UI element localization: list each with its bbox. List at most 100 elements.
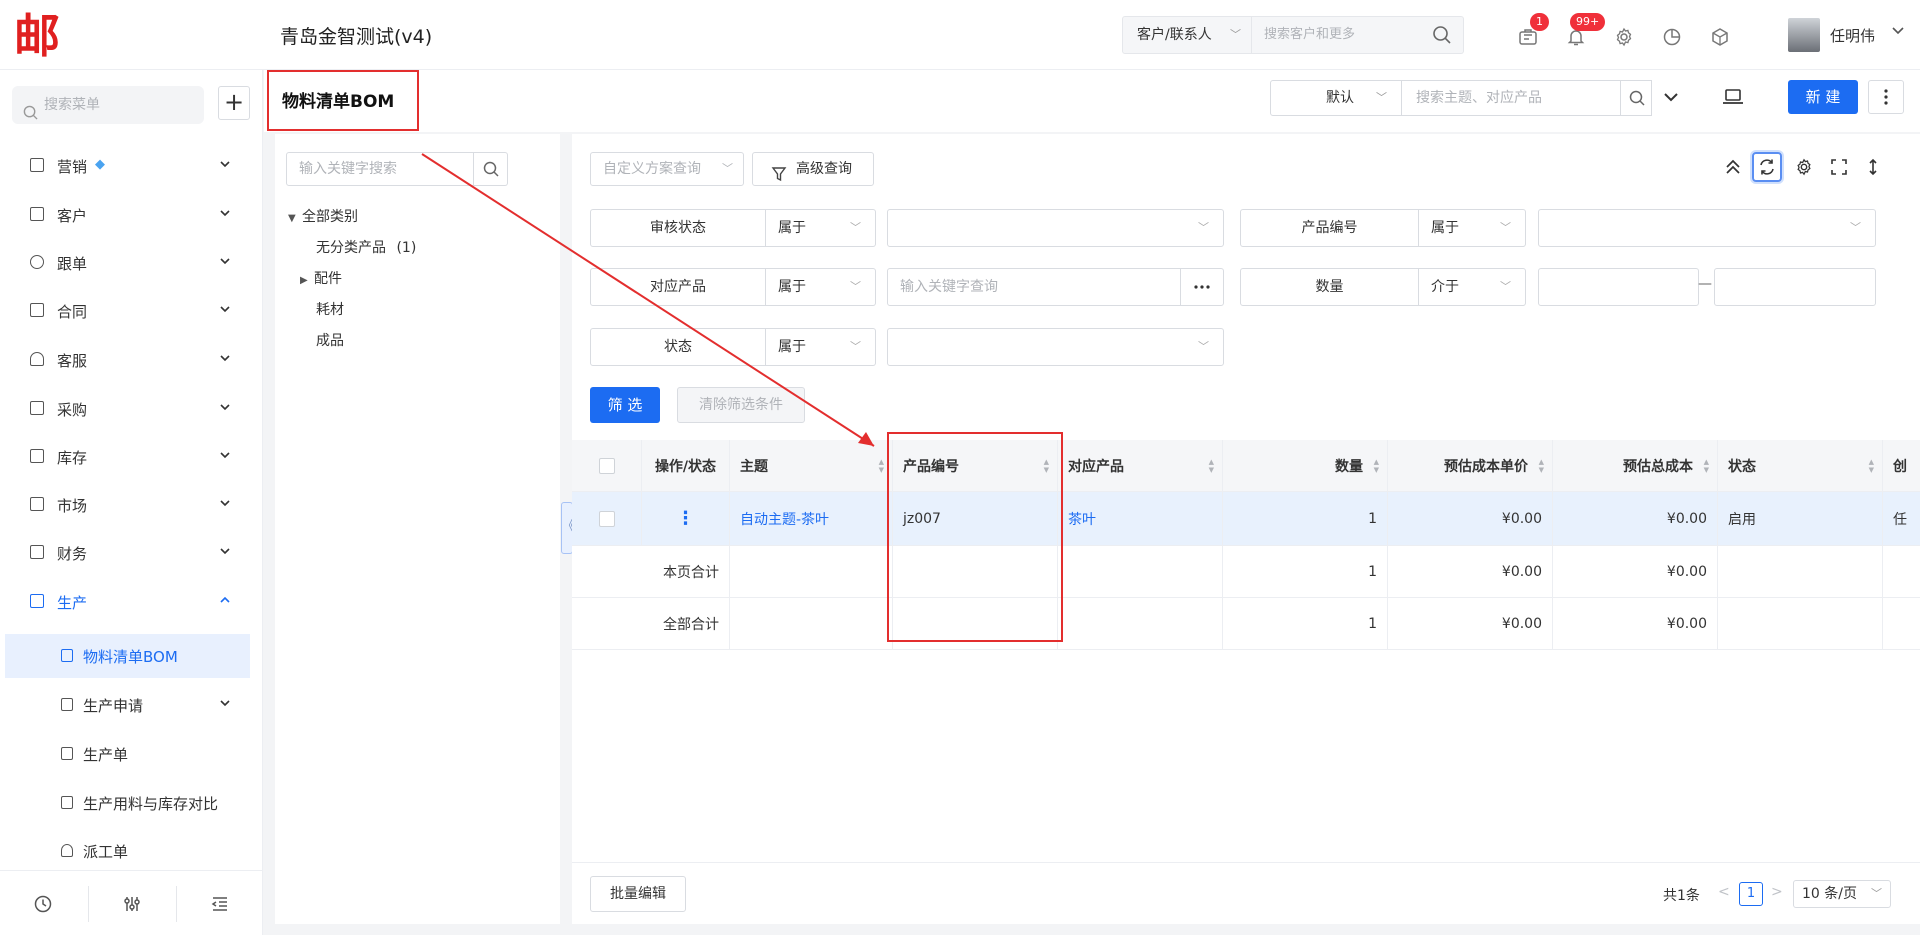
history-icon[interactable]: [28, 889, 58, 919]
sidebar-item-production[interactable]: 生产: [0, 580, 250, 624]
sidebar-item-service[interactable]: 客服: [0, 338, 250, 382]
sidebar-item-customer[interactable]: 客户: [0, 193, 250, 237]
sort-icon[interactable]: ▲ ▼: [1374, 458, 1379, 474]
gear-icon[interactable]: [1610, 24, 1638, 50]
select-all-cell: [572, 440, 642, 491]
pie-chart-icon[interactable]: [1658, 24, 1686, 50]
chevron-left-icon[interactable]: <: [1718, 884, 1730, 900]
batch-edit-button[interactable]: 批量编辑: [590, 876, 686, 912]
menu-search-input[interactable]: 搜索菜单: [12, 86, 204, 124]
all-total-unit-cost: ¥0.00: [1388, 598, 1553, 649]
cell-subject-link[interactable]: 自动主题-茶叶: [730, 492, 893, 545]
refresh-icon[interactable]: [1752, 152, 1782, 182]
tree-node-consumables[interactable]: 耗材: [316, 299, 344, 319]
cube-icon[interactable]: [1706, 24, 1734, 50]
search-icon[interactable]: [1420, 16, 1464, 54]
sidebar-subitem-production-order[interactable]: 生产单: [5, 732, 250, 776]
annotation-box-column: [887, 432, 1063, 642]
column-header-subject[interactable]: 主题 ▲ ▼: [730, 440, 893, 491]
filter-icon: [771, 162, 787, 194]
chevron-right-icon[interactable]: >: [1771, 884, 1783, 900]
row-actions-menu[interactable]: ⋮: [642, 492, 730, 545]
filter-op-status[interactable]: 属于 ﹀: [766, 328, 876, 366]
page-size-select[interactable]: 10 条/页 ﹀: [1793, 880, 1891, 908]
filter-op-quantity[interactable]: 介于 ﹀: [1419, 268, 1526, 306]
search-icon[interactable]: [1620, 80, 1652, 116]
filter-quantity-max[interactable]: [1714, 268, 1876, 306]
filter-button[interactable]: 筛 选: [590, 387, 660, 423]
sidebar-item-market[interactable]: 市场: [0, 483, 250, 527]
sidebar-item-label: 生产: [57, 594, 88, 612]
annotation-box-title: [267, 70, 419, 131]
sort-icon[interactable]: ▲ ▼: [1209, 458, 1214, 474]
sort-icon[interactable]: ▲ ▼: [1539, 458, 1544, 474]
search-type-select[interactable]: 客户/联系人 ﹀: [1122, 16, 1252, 54]
caret-down-icon: ▼: [288, 213, 296, 224]
row-height-icon[interactable]: [1858, 152, 1888, 182]
sidebar-subitem-bom[interactable]: 物料清单BOM: [5, 634, 250, 678]
filter-op-audit-status[interactable]: 属于 ﹀: [766, 209, 876, 247]
column-header-status[interactable]: 状态 ▲ ▼: [1718, 440, 1883, 491]
chevron-down-icon[interactable]: [1660, 86, 1682, 108]
filter-value-audit-status[interactable]: ﹀: [887, 209, 1224, 247]
advanced-query-button[interactable]: 高级查询: [752, 152, 874, 186]
page-search-input[interactable]: 搜索主题、对应产品: [1402, 80, 1652, 116]
cell-product-link[interactable]: 茶叶: [1058, 492, 1223, 545]
tree-node-finished[interactable]: 成品: [316, 330, 344, 350]
avatar[interactable]: [1788, 18, 1820, 52]
chevron-down-icon[interactable]: [1890, 22, 1906, 38]
sidebar-subitem-material-compare[interactable]: 生产用料与库存对比: [5, 781, 250, 825]
more-vertical-icon[interactable]: [1868, 80, 1904, 114]
clear-filter-button[interactable]: 清除筛选条件: [677, 387, 805, 423]
column-header-total-cost[interactable]: 预估总成本 ▲ ▼: [1553, 440, 1718, 491]
table-row[interactable]: ⋮ 自动主题-茶叶 jz007 茶叶 1 ¥0.00 ¥0.00 启用 任: [572, 492, 1920, 546]
brand-logo[interactable]: 邮: [14, 10, 72, 62]
filter-quantity-min[interactable]: [1538, 268, 1699, 306]
view-select-label: 默认: [1326, 90, 1354, 106]
row-checkbox[interactable]: [598, 510, 615, 527]
row-select-cell: [572, 492, 642, 545]
sidebar-item-contract[interactable]: 合同: [0, 289, 250, 333]
collapse-menu-icon[interactable]: [205, 889, 235, 919]
laptop-icon[interactable]: [1720, 84, 1746, 110]
filter-value-status[interactable]: ﹀: [887, 328, 1224, 366]
filter-op-product-code[interactable]: 属于 ﹀: [1419, 209, 1526, 247]
user-name[interactable]: 任明伟: [1830, 25, 1875, 46]
fullscreen-icon[interactable]: [1824, 152, 1854, 182]
filter-op-product[interactable]: 属于 ﹀: [766, 268, 876, 306]
sort-icon[interactable]: ▲ ▼: [1869, 458, 1874, 474]
filter-value-product-input[interactable]: 输入关键字查询: [887, 268, 1181, 306]
filter-value-product-code[interactable]: ﹀: [1538, 209, 1876, 247]
select-all-checkbox[interactable]: [598, 457, 615, 474]
sidebar-subitem-dispatch[interactable]: 派工单: [5, 829, 250, 873]
more-horizontal-icon[interactable]: [1180, 268, 1224, 306]
sort-icon[interactable]: ▲ ▼: [879, 458, 884, 474]
sidebar-item-inventory[interactable]: 库存: [0, 435, 250, 479]
sidebar-subitem-production-request[interactable]: 生产申请: [5, 683, 250, 727]
tree-node-all[interactable]: ▼ 全部类别: [288, 206, 358, 226]
tree-node-uncategorized[interactable]: 无分类产品 (1): [316, 237, 416, 257]
column-header-product[interactable]: 对应产品 ▲ ▼: [1058, 440, 1223, 491]
sliders-icon[interactable]: [117, 889, 147, 919]
column-header-creator[interactable]: 创: [1883, 440, 1920, 491]
sidebar-item-label: 物料清单BOM: [83, 648, 178, 666]
view-select[interactable]: 默认 ﹀: [1270, 80, 1402, 116]
tree-search-input[interactable]: 输入关键字搜索: [286, 152, 474, 186]
column-header-unit-cost[interactable]: 预估成本单价 ▲ ▼: [1388, 440, 1553, 491]
search-icon[interactable]: [474, 152, 508, 186]
add-menu-button[interactable]: +: [218, 86, 250, 120]
custom-query-select[interactable]: 自定义方案查询 ﹀: [590, 152, 744, 186]
collapse-up-icon[interactable]: [1718, 152, 1748, 182]
gear-icon[interactable]: [1789, 152, 1819, 182]
new-button[interactable]: 新 建: [1788, 80, 1858, 114]
pagination-page[interactable]: 1: [1739, 882, 1763, 906]
sidebar-item-followup[interactable]: 跟单: [0, 241, 250, 285]
all-total-label: 全部合计: [572, 598, 730, 649]
sort-icon[interactable]: ▲ ▼: [1704, 458, 1709, 474]
sidebar-item-marketing[interactable]: 营销 ◆: [0, 144, 250, 188]
sidebar-item-finance[interactable]: 财务: [0, 531, 250, 575]
tree-node-parts[interactable]: ▶ 配件: [300, 268, 342, 288]
sidebar-item-purchase[interactable]: 采购: [0, 387, 250, 431]
column-header-quantity[interactable]: 数量 ▲ ▼: [1223, 440, 1388, 491]
column-header-action[interactable]: 操作/状态: [642, 440, 730, 491]
